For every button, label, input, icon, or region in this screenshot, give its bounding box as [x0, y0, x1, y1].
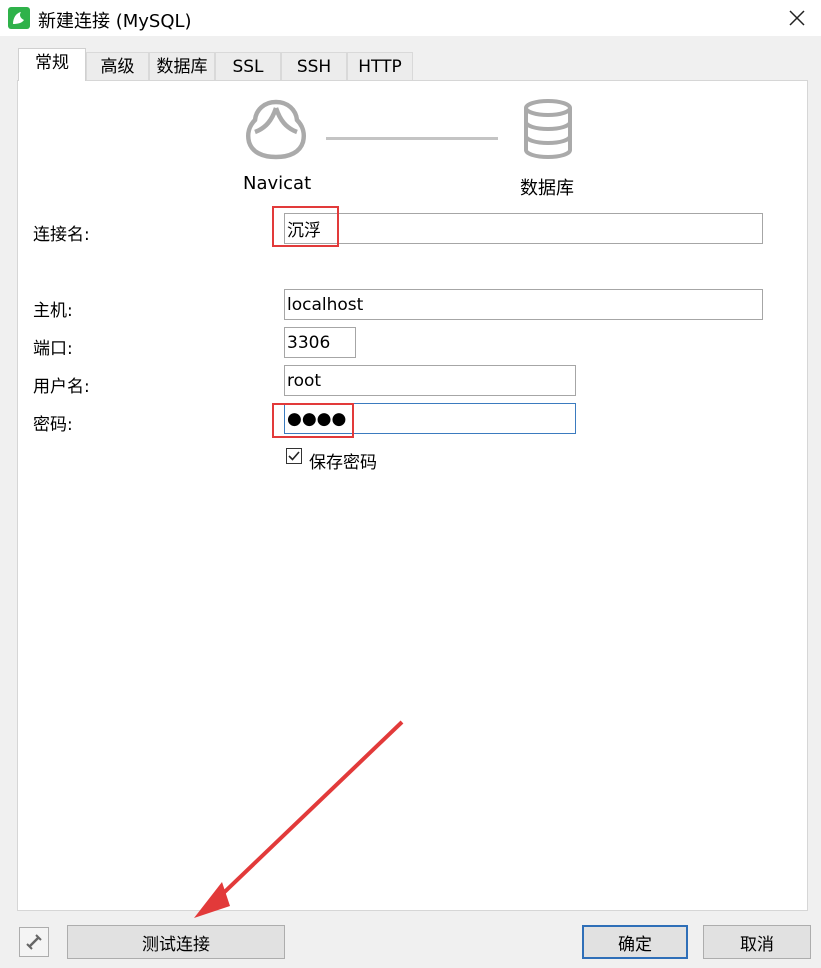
username-input[interactable] [284, 365, 576, 396]
tab-general[interactable]: 常规 [18, 48, 86, 81]
cancel-button[interactable]: 取消 [703, 925, 811, 959]
save-password-checkbox[interactable] [286, 448, 302, 464]
database-label: 数据库 [520, 178, 574, 199]
host-label: 主机: [33, 301, 73, 321]
save-password-label: 保存密码 [309, 453, 377, 473]
title-bar: 新建连接 (MySQL) [0, 0, 821, 36]
window-title: 新建连接 (MySQL) [38, 11, 192, 32]
close-icon[interactable] [783, 4, 811, 32]
connection-name-input[interactable] [284, 213, 763, 244]
password-input[interactable] [284, 403, 576, 434]
tab-ssl[interactable]: SSL [215, 52, 281, 80]
host-input[interactable] [284, 289, 763, 320]
tab-http[interactable]: HTTP [347, 52, 413, 80]
test-connection-button[interactable]: 测试连接 [67, 925, 285, 959]
plug-icon [26, 934, 42, 950]
navicat-logo-icon [244, 98, 308, 165]
tab-databases[interactable]: 数据库 [149, 52, 215, 80]
password-label: 密码: [33, 415, 73, 435]
tab-ssh[interactable]: SSH [281, 52, 347, 80]
connection-name-label: 连接名: [33, 225, 90, 245]
port-label: 端口: [33, 339, 73, 359]
database-icon [522, 98, 574, 165]
port-input[interactable] [284, 327, 356, 358]
username-label: 用户名: [33, 377, 90, 397]
navicat-label: Navicat [243, 173, 312, 194]
navicat-app-icon [8, 7, 30, 29]
ok-button[interactable]: 确定 [582, 925, 688, 959]
checkmark-icon [288, 451, 300, 461]
general-panel [17, 80, 808, 911]
tab-advanced[interactable]: 高级 [86, 52, 149, 80]
connection-line [326, 137, 498, 140]
connection-settings-icon-button[interactable] [19, 927, 49, 957]
